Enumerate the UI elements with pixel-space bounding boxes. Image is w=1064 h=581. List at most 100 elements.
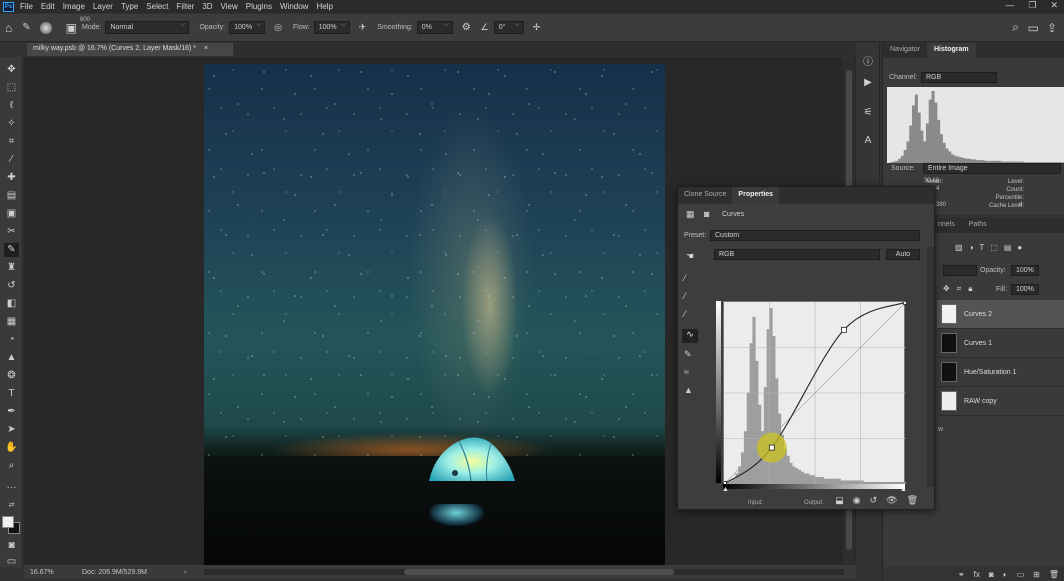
source-select[interactable]: Entire Image (923, 163, 1061, 174)
move-tool-icon[interactable]: ✥ (4, 63, 19, 77)
lock-pixels-icon[interactable]: ✥ (943, 284, 950, 294)
milky-way-photo[interactable] (204, 64, 665, 565)
targeted-adjustment-icon[interactable]: ☚ (686, 251, 694, 262)
menu-layer[interactable]: Layer (93, 2, 113, 11)
menu-help[interactable]: Help (316, 2, 332, 11)
black-point-eyedropper-icon[interactable]: ⁄ (684, 273, 686, 283)
filter-type-icon[interactable]: T (979, 243, 984, 252)
menu-view[interactable]: View (221, 2, 238, 11)
character-icon[interactable]: A (862, 135, 874, 147)
swap-colors-icon[interactable]: ⇄ (4, 499, 19, 513)
layer-mask-thumbnail[interactable] (941, 362, 957, 382)
brush-settings-icon[interactable]: ⚟ (862, 107, 874, 119)
symmetry-icon[interactable]: ✢ (533, 22, 541, 33)
new-layer-icon[interactable]: ⊞ (1033, 570, 1040, 579)
crop-tool-icon[interactable]: ⌗ (4, 135, 19, 149)
curves-chart[interactable] (721, 299, 909, 487)
sponge-tool-icon[interactable]: ❂ (4, 369, 19, 383)
tab-properties[interactable]: Properties (732, 187, 780, 204)
pressure-opacity-icon[interactable]: ◎ (274, 22, 282, 33)
tab-histogram[interactable]: Histogram (926, 43, 976, 58)
angle-field[interactable]: 0° (493, 21, 524, 34)
lasso-tool-icon[interactable]: ℓ (4, 99, 19, 113)
hand-tool-icon[interactable]: ✋ (4, 441, 19, 455)
stamp-tool-icon[interactable]: ♜ (4, 261, 19, 275)
layer-thumbnail[interactable] (941, 391, 957, 411)
pen-tool-icon[interactable]: ✒ (4, 405, 19, 419)
clipping-warning-icon[interactable]: ▲ (684, 385, 693, 395)
tab-channels[interactable]: nnels (931, 218, 962, 233)
horizontal-scrollbar[interactable] (204, 569, 844, 575)
smoothing-field[interactable]: 0% (416, 21, 453, 34)
gear-icon[interactable]: ⚙ (462, 22, 471, 33)
fx-icon[interactable]: fx (974, 570, 980, 579)
type-tool-icon[interactable]: T (4, 387, 19, 401)
workspace-icon[interactable]: ▭ (1028, 21, 1039, 35)
fill-field[interactable]: 100% (1011, 284, 1039, 295)
reset-icon[interactable]: ↺ (870, 495, 878, 506)
filter-adjust-icon[interactable]: ◑ (969, 243, 974, 252)
curves-channel-select[interactable]: RGB (714, 249, 880, 260)
eraser-tool-icon[interactable]: ◧ (4, 297, 19, 311)
menu-plugins[interactable]: Plugins (246, 2, 272, 11)
marquee-tool-icon[interactable]: ⬚ (4, 81, 19, 95)
menu-window[interactable]: Window (280, 2, 308, 11)
brush-tool-icon[interactable]: ✎ (22, 22, 30, 33)
zoom-level[interactable]: 16.67% (24, 569, 72, 576)
menu-filter[interactable]: Filter (177, 2, 195, 11)
layer-hue-saturation-1[interactable]: Hue/Saturation 1 (937, 358, 1064, 387)
blend-mode-select[interactable] (943, 265, 977, 276)
properties-scrollbar[interactable] (927, 247, 934, 487)
status-arrow-icon[interactable]: › (184, 569, 186, 576)
quick-mask-icon[interactable]: ◙ (4, 539, 19, 553)
channel-select[interactable]: RGB (921, 72, 997, 83)
menu-type[interactable]: Type (121, 2, 138, 11)
layer-raw-copy[interactable]: RAW copy (937, 387, 1064, 416)
brush-preset-picker[interactable] (39, 21, 52, 34)
patch-tool-icon[interactable]: ▤ (4, 189, 19, 203)
smooth-curve-icon[interactable]: ≈ (684, 367, 689, 377)
draw-curve-pencil-icon[interactable]: ✎ (684, 349, 692, 360)
curves-grid-icon[interactable]: ▦ (686, 209, 695, 220)
clip-to-layer-icon[interactable]: ⬓ (835, 495, 844, 506)
menu-image[interactable]: Image (63, 2, 85, 11)
close-tab-icon[interactable]: × (204, 45, 208, 52)
opacity-field[interactable]: 100% (229, 21, 266, 34)
tab-navigator[interactable]: Navigator (883, 43, 927, 58)
layer-curves-2[interactable]: Curves 2 (937, 300, 1064, 329)
document-tab[interactable]: milky way.psb @ 16.7% (Curves 2, Layer M… (27, 43, 233, 56)
add-mask-icon[interactable]: ◙ (989, 570, 994, 579)
foreground-color-swatch[interactable] (2, 516, 14, 528)
brush-settings-icon[interactable]: ▣ (66, 21, 77, 35)
more-tools-icon[interactable]: ··· (4, 481, 19, 495)
edit-points-curve-icon[interactable]: ∿ (682, 329, 698, 343)
lock-all-icon[interactable]: 🔒︎ (968, 284, 972, 294)
filter-shape-icon[interactable]: ⬚ (990, 243, 998, 252)
document-info[interactable]: Doc: 206.9M/529.9M (72, 569, 162, 576)
tab-clone-source[interactable]: Clone Source (678, 187, 732, 204)
gray-point-eyedropper-icon[interactable]: ⁄ (684, 291, 686, 301)
curve-point[interactable] (841, 326, 847, 333)
delete-layer-icon[interactable]: 🗑︎ (1049, 570, 1059, 579)
new-adjustment-icon[interactable]: ◐ (1003, 570, 1008, 579)
visibility-eye-icon[interactable]: 👁︎ (886, 495, 897, 506)
gradient-tool-icon[interactable]: ▦ (4, 315, 19, 329)
screen-mode-icon[interactable]: ▭ (4, 555, 19, 569)
menu-select[interactable]: Select (146, 2, 168, 11)
blur-tool-icon[interactable]: ◔ (4, 333, 19, 347)
link-layers-icon[interactable]: ⚭ (958, 570, 965, 579)
mask-icon[interactable]: ◙ (704, 209, 709, 219)
scissors-icon[interactable]: ✂ (4, 225, 19, 239)
curve-point[interactable] (768, 444, 775, 451)
menu-file[interactable]: File (20, 2, 33, 11)
restore-icon[interactable]: ❐ (1028, 0, 1036, 11)
eyedropper-tool-icon[interactable]: ⁄ (4, 153, 19, 167)
view-previous-state-icon[interactable]: ◉ (853, 495, 861, 506)
zoom-tool-icon[interactable]: ⌕ (4, 459, 19, 473)
frame-tool-icon[interactable]: ▣ (4, 207, 19, 221)
layer-mask-thumbnail[interactable] (941, 333, 957, 353)
layer-mask-thumbnail[interactable] (941, 304, 957, 324)
path-selection-tool-icon[interactable]: ➤ (4, 423, 19, 437)
menu-edit[interactable]: Edit (41, 2, 55, 11)
minimize-icon[interactable]: — (1005, 0, 1014, 11)
